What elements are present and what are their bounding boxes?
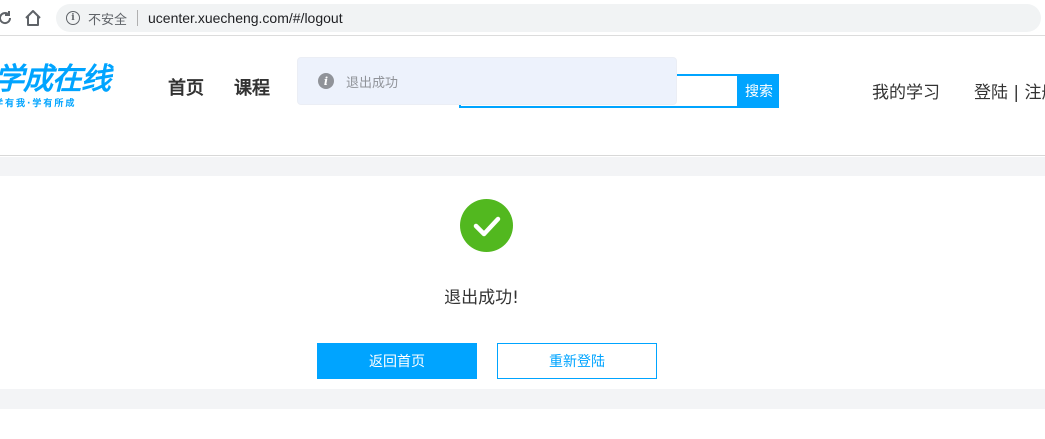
auth-links: 登陆 | 注册: [974, 78, 1045, 103]
toast-message: i 退出成功: [297, 57, 677, 105]
info-icon: i: [318, 73, 334, 89]
content-top-band: [0, 157, 1045, 176]
security-label: 不安全: [88, 12, 128, 28]
url-divider: [137, 10, 139, 26]
my-learning-link[interactable]: 我的学习: [872, 78, 940, 103]
relogin-button[interactable]: 重新登陆: [497, 343, 657, 379]
return-home-button[interactable]: 返回首页: [317, 343, 477, 379]
nav-home[interactable]: 首页: [168, 74, 204, 100]
logo-slogan: 学有我·学有所成: [0, 99, 77, 109]
toast-text: 退出成功: [346, 75, 399, 91]
url-text[interactable]: ucenter.xuecheng.com/#/logout: [148, 10, 343, 26]
main-nav: 首页 课程: [168, 74, 270, 100]
address-bar[interactable]: i 不安全 ucenter.xuecheng.com/#/logout: [56, 4, 1041, 32]
info-icon[interactable]: i: [66, 11, 80, 25]
reload-icon[interactable]: [0, 7, 16, 29]
site-logo[interactable]: 学成在线 学有我·学有所成: [0, 62, 111, 110]
register-link[interactable]: 注册: [1025, 83, 1045, 103]
logo-text: 学成在线: [0, 62, 111, 97]
user-nav: 我的学习 登陆 | 注册: [872, 78, 1045, 103]
browser-toolbar: i 不安全 ucenter.xuecheng.com/#/logout: [0, 0, 1045, 36]
login-link[interactable]: 登陆: [974, 83, 1008, 103]
nav-courses[interactable]: 课程: [234, 74, 270, 100]
auth-divider: |: [1013, 83, 1020, 103]
search-button[interactable]: 搜索: [739, 74, 779, 108]
check-circle-icon: [460, 199, 513, 252]
success-message: 退出成功!: [444, 288, 519, 308]
home-icon[interactable]: [22, 7, 44, 29]
content-bottom-band: [0, 389, 1045, 409]
